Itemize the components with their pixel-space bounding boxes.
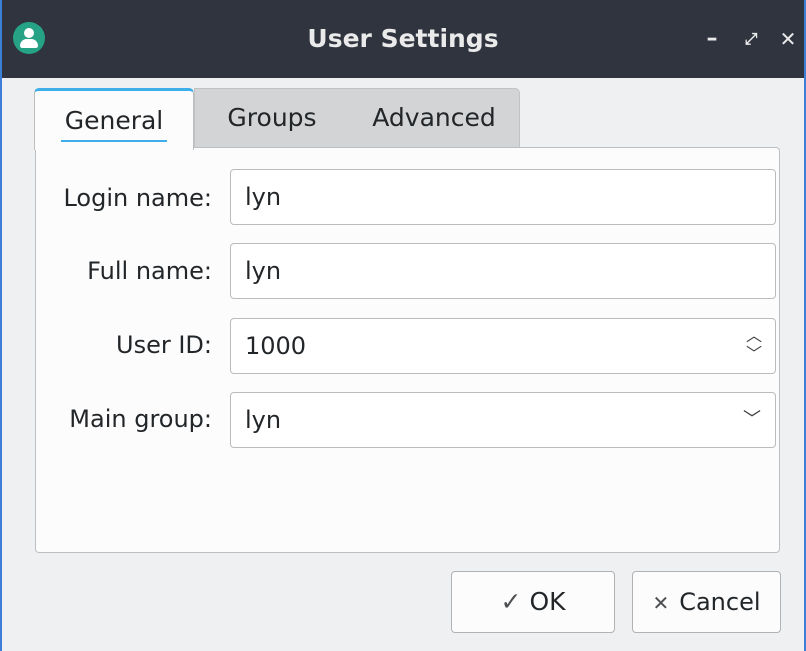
cancel-button[interactable]: ✕ Cancel (632, 571, 781, 633)
ok-button[interactable]: ✓ OK (451, 571, 615, 633)
title-bar[interactable]: User Settings – ⤢ ✕ (2, 0, 804, 78)
main-group-label: Main group: (69, 405, 212, 433)
main-group-combobox[interactable]: lyn ﹀ (230, 392, 776, 448)
login-name-label: Login name: (63, 184, 212, 212)
maximize-button[interactable]: ⤢ (738, 24, 764, 54)
user-id-value: 1000 (245, 332, 307, 360)
main-group-value: lyn (245, 406, 282, 434)
login-name-field[interactable]: lyn (230, 169, 776, 225)
login-name-value: lyn (245, 183, 282, 211)
user-id-spinbox[interactable]: 1000 ︿ ﹀ (230, 318, 776, 374)
close-icon: ✕ (652, 591, 670, 615)
full-name-label: Full name: (87, 257, 212, 285)
active-tab-underline (61, 140, 167, 142)
window-title: User Settings (307, 24, 499, 53)
spin-arrows[interactable]: ︿ ﹀ (743, 327, 765, 367)
close-button[interactable]: ✕ (775, 24, 801, 54)
minimize-button[interactable]: – (699, 24, 725, 54)
chevron-up-icon[interactable]: ︿ (743, 327, 765, 345)
tab-general[interactable]: General (34, 88, 194, 150)
chevron-down-icon[interactable]: ﹀ (743, 345, 765, 363)
full-name-value: lyn (245, 257, 282, 285)
tab-groups[interactable]: Groups (202, 88, 342, 148)
checkmark-icon: ✓ (500, 587, 522, 616)
full-name-field[interactable]: lyn (230, 243, 776, 299)
chevron-down-icon[interactable]: ﹀ (741, 393, 763, 447)
cancel-button-label: Cancel (679, 588, 761, 616)
tab-general-label: General (64, 106, 164, 135)
user-settings-window: User Settings – ⤢ ✕ General Groups Advan… (0, 0, 806, 651)
ok-button-label: OK (529, 587, 566, 616)
tab-advanced[interactable]: Advanced (354, 88, 514, 148)
user-id-label: User ID: (116, 331, 212, 359)
